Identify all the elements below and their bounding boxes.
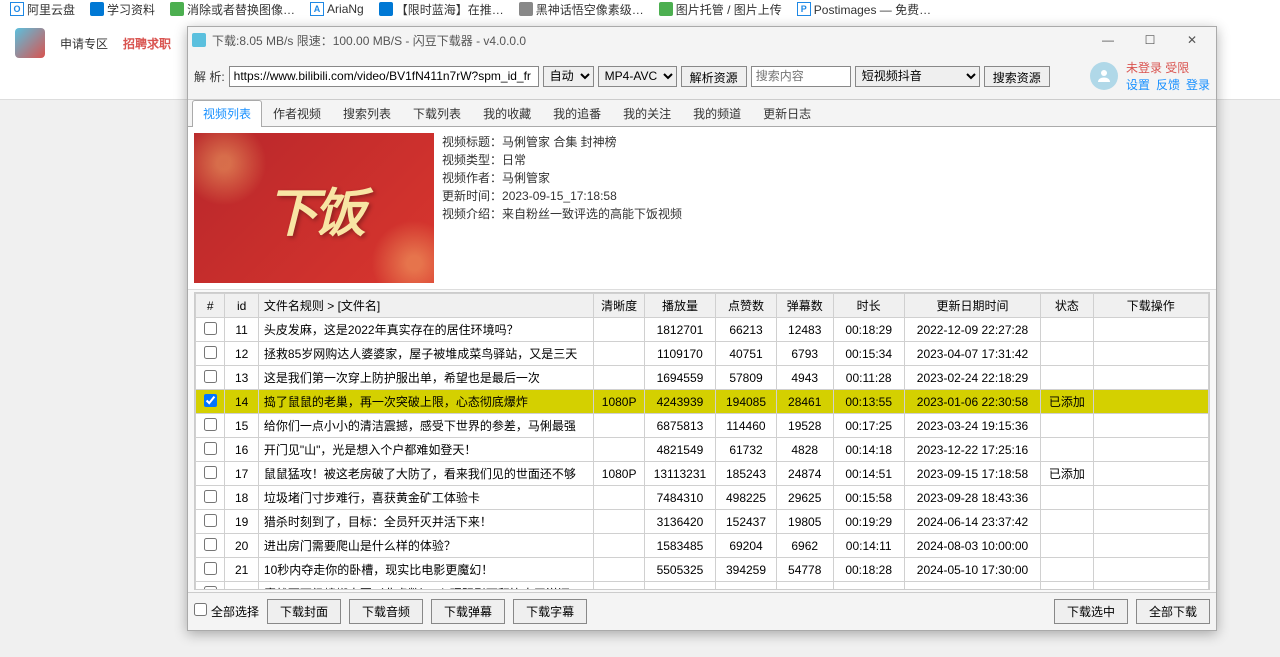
col-date[interactable]: 更新日期时间 xyxy=(904,294,1040,318)
col-op[interactable]: 下载操作 xyxy=(1093,294,1208,318)
tab-item[interactable]: 我的频道 xyxy=(682,100,752,126)
close-button[interactable]: ✕ xyxy=(1172,28,1212,52)
url-input[interactable] xyxy=(229,66,539,87)
tab-item[interactable]: 搜索列表 xyxy=(332,100,402,126)
nav-apply[interactable]: 申请专区 xyxy=(60,35,108,52)
favicon-icon xyxy=(659,2,673,16)
favicon-icon xyxy=(170,2,184,16)
row-checkbox[interactable] xyxy=(204,562,217,575)
minimize-button[interactable]: — xyxy=(1088,28,1128,52)
select-all-checkbox[interactable]: 全部选择 xyxy=(194,603,259,620)
col-status[interactable]: 状态 xyxy=(1041,294,1093,318)
tab-item[interactable]: 视频列表 xyxy=(192,100,262,127)
thumb-text: 下饭 xyxy=(266,171,362,246)
row-checkbox[interactable] xyxy=(204,394,217,407)
table-row[interactable]: 22鏖战百万级蟑螂大军（非虚数），心理阴影面积比太平洋还282378519677… xyxy=(196,582,1209,591)
col-res[interactable]: 清晰度 xyxy=(594,294,644,318)
row-checkbox[interactable] xyxy=(204,322,217,335)
row-checkbox[interactable] xyxy=(204,490,217,503)
col-id[interactable]: id xyxy=(225,294,259,318)
browser-tab[interactable]: PPostimages — 免费… xyxy=(797,1,931,18)
auto-select[interactable]: 自动 xyxy=(543,66,594,87)
nav-recruit[interactable]: 招聘求职 xyxy=(123,35,171,52)
favicon-icon: A xyxy=(310,2,324,16)
col-name[interactable]: 文件名规则 > [文件名] xyxy=(258,294,594,318)
user-link[interactable]: 登录 xyxy=(1186,76,1210,93)
col-like[interactable]: 点赞数 xyxy=(716,294,777,318)
titlebar: 下载:8.05 MB/s 限速：100.00 MB/S - 闪豆下载器 - v4… xyxy=(188,27,1216,53)
col-dur[interactable]: 时长 xyxy=(833,294,904,318)
toolbar: 解 析: 自动 MP4-AVC 解析资源 短视频抖音 搜索资源 未登录 受限 设… xyxy=(188,53,1216,100)
browser-tab[interactable]: AAriaNg xyxy=(310,2,364,16)
table-row[interactable]: 12拯救85岁网购达人婆婆家，屋子被堆成菜鸟驿站，又是三天11091704075… xyxy=(196,342,1209,366)
video-thumbnail[interactable]: 下饭 xyxy=(194,133,434,283)
format-select[interactable]: MP4-AVC xyxy=(598,66,677,87)
table-row[interactable]: 11头皮发麻，这是2022年真实存在的居住环境吗？181270166213124… xyxy=(196,318,1209,342)
tab-item[interactable]: 我的收藏 xyxy=(472,100,542,126)
browser-tab[interactable]: 学习资料 xyxy=(90,1,155,18)
row-checkbox[interactable] xyxy=(204,538,217,551)
parse-label: 解 析: xyxy=(194,68,225,85)
download-danmu-button[interactable]: 下载弹幕 xyxy=(431,599,505,624)
tabs: 视频列表作者视频搜索列表下载列表我的收藏我的追番我的关注我的频道更新日志 xyxy=(188,100,1216,127)
video-meta: 视频标题：马俐管家 合集 封神榜 视频类型：日常 视频作者：马俐管家 更新时间：… xyxy=(442,133,682,283)
table-row[interactable]: 20进出房门需要爬山是什么样的体验？158348569204696200:14:… xyxy=(196,534,1209,558)
table-row[interactable]: 16开门见"山"，光是想入个户都难如登天！482154961732482800:… xyxy=(196,438,1209,462)
app-logo-icon xyxy=(15,28,45,58)
info-panel: 下饭 视频标题：马俐管家 合集 封神榜 视频类型：日常 视频作者：马俐管家 更新… xyxy=(188,127,1216,290)
row-checkbox[interactable] xyxy=(204,370,217,383)
tab-item[interactable]: 我的追番 xyxy=(542,100,612,126)
table-row[interactable]: 2110秒内夺走你的卧槽，现实比电影更魔幻！550532539425954778… xyxy=(196,558,1209,582)
user-link[interactable]: 设置 xyxy=(1126,76,1150,93)
col-dan[interactable]: 弹幕数 xyxy=(776,294,833,318)
favicon-icon xyxy=(90,2,104,16)
row-checkbox[interactable] xyxy=(204,514,217,527)
browser-tab[interactable]: 消除或者替换图像… xyxy=(170,1,295,18)
col-play[interactable]: 播放量 xyxy=(644,294,715,318)
favicon-icon: P xyxy=(797,2,811,16)
download-sub-button[interactable]: 下载字幕 xyxy=(513,599,587,624)
parse-button[interactable]: 解析资源 xyxy=(681,66,747,87)
table-row[interactable]: 15给你们一点小小的清洁震撼，感受下世界的参差，马俐最强687581311446… xyxy=(196,414,1209,438)
download-all-button[interactable]: 全部下载 xyxy=(1136,599,1210,624)
table-row[interactable]: 19猎杀时刻到了，目标：全员歼灭并活下来！3136420152437198050… xyxy=(196,510,1209,534)
avatar[interactable] xyxy=(1090,62,1118,90)
download-audio-button[interactable]: 下载音频 xyxy=(349,599,423,624)
favicon-icon xyxy=(379,2,393,16)
browser-tabs[interactable]: O阿里云盘学习资料消除或者替换图像… AAriaNg 【限时蓝海】在推… 黑神话悟空像… xyxy=(0,0,1280,18)
title-speed: 下载:8.05 MB/s 限速：100.00 MB/S - 闪豆下载器 - v4… xyxy=(212,32,526,49)
search-type-select[interactable]: 短视频抖音 xyxy=(855,66,980,87)
browser-tab[interactable]: O阿里云盘 xyxy=(10,1,75,18)
download-selected-button[interactable]: 下载选中 xyxy=(1054,599,1128,624)
app-icon xyxy=(192,33,206,47)
user-status: 未登录 受限 xyxy=(1126,59,1210,76)
footer: 全部选择 下载封面 下载音频 下载弹幕 下载字幕 下载选中 全部下载 xyxy=(188,592,1216,630)
browser-tab[interactable]: 图片托管 / 图片上传 xyxy=(659,1,782,18)
table-row[interactable]: 13这是我们第一次穿上防护服出单，希望也是最后一次169455957809494… xyxy=(196,366,1209,390)
search-button[interactable]: 搜索资源 xyxy=(984,66,1050,87)
tab-item[interactable]: 我的关注 xyxy=(612,100,682,126)
video-table: # id 文件名规则 > [文件名] 清晰度 播放量 点赞数 弹幕数 时长 更新… xyxy=(195,293,1209,590)
row-checkbox[interactable] xyxy=(204,346,217,359)
user-link[interactable]: 反馈 xyxy=(1156,76,1180,93)
row-checkbox[interactable] xyxy=(204,586,217,591)
col-check: # xyxy=(196,294,225,318)
tab-item[interactable]: 下载列表 xyxy=(402,100,472,126)
table-row[interactable]: 14捣了鼠鼠的老巢，再一次突破上限，心态彻底爆炸1080P42439391940… xyxy=(196,390,1209,414)
tab-item[interactable]: 更新日志 xyxy=(752,100,822,126)
browser-tab[interactable]: 黑神话悟空像素级… xyxy=(519,1,644,18)
table-row[interactable]: 18垃圾堵门寸步难行，喜获黄金矿工体验卡74843104982252962500… xyxy=(196,486,1209,510)
search-input[interactable] xyxy=(751,66,851,87)
tab-item[interactable]: 作者视频 xyxy=(262,100,332,126)
favicon-icon xyxy=(519,2,533,16)
maximize-button[interactable]: ☐ xyxy=(1130,28,1170,52)
table-row[interactable]: 17鼠鼠猛攻！被这老房破了大防了，看来我们见的世面还不够1080P1311323… xyxy=(196,462,1209,486)
download-cover-button[interactable]: 下载封面 xyxy=(267,599,341,624)
row-checkbox[interactable] xyxy=(204,442,217,455)
row-checkbox[interactable] xyxy=(204,466,217,479)
app-window: 下载:8.05 MB/s 限速：100.00 MB/S - 闪豆下载器 - v4… xyxy=(187,26,1217,631)
favicon-icon: O xyxy=(10,2,24,16)
row-checkbox[interactable] xyxy=(204,418,217,431)
browser-tab[interactable]: 【限时蓝海】在推… xyxy=(379,1,504,18)
